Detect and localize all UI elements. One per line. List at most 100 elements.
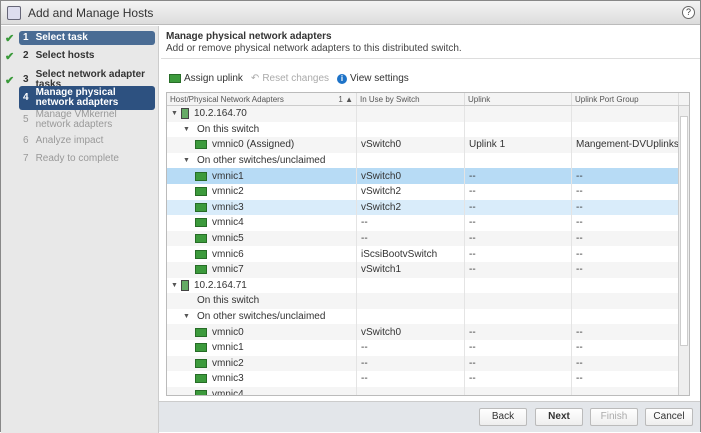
switch-cell [357, 293, 465, 309]
table-row[interactable]: vmnic2 -- -- -- [167, 355, 689, 372]
table-row[interactable]: On this switch [167, 293, 689, 309]
uplink-cell: -- [465, 324, 572, 340]
table-row[interactable]: ▼ On other switches/unclaimed [167, 152, 689, 169]
switch-cell: vSwitch2 [357, 199, 465, 216]
uplink-cell: -- [465, 199, 572, 216]
wizard-step-1[interactable]: ✔ 1 Select task [5, 31, 155, 45]
back-button[interactable]: Back [479, 408, 527, 426]
adapter-cell: ▼ 10.2.164.71 [167, 277, 357, 294]
switch-cell: vSwitch0 [357, 137, 465, 153]
port-group-cell: -- [572, 215, 679, 231]
collapse-icon[interactable]: ▼ [183, 157, 193, 164]
uplink-cell: -- [465, 215, 572, 231]
adapter-cell: ▼ On other switches/unclaimed [167, 152, 357, 169]
column-header-adapters[interactable]: Host/Physical Network Adapters 1 ▲ [167, 93, 357, 105]
cancel-button[interactable]: Cancel [645, 408, 693, 426]
uplink-cell [465, 121, 572, 138]
page-subtitle: Add or remove physical network adapters … [166, 43, 462, 54]
reset-changes-button[interactable]: ↶ Reset changes [251, 73, 329, 84]
column-header-port-group[interactable]: Uplink Port Group [572, 93, 679, 105]
page-title: Manage physical network adapters [166, 31, 332, 42]
table-row[interactable]: vmnic3 vSwitch2 -- -- [167, 199, 689, 216]
wizard-step-5: 5 Manage VMkernel network adapters [5, 108, 155, 132]
table-row[interactable]: ▼ 10.2.164.70 [167, 106, 689, 122]
hosts-icon [7, 5, 21, 20]
scrollbar-thumb[interactable] [680, 116, 688, 346]
uplink-cell [465, 386, 572, 395]
collapse-icon[interactable]: ▼ [183, 126, 193, 133]
table-row[interactable]: vmnic0 vSwitch0 -- -- [167, 324, 689, 340]
network-adapter-icon [195, 140, 207, 150]
table-row[interactable]: vmnic1 -- -- -- [167, 339, 689, 356]
network-adapter-icon [195, 187, 207, 197]
network-adapter-icon [195, 234, 207, 244]
adapter-cell: ▼ 10.2.164.70 [167, 106, 357, 122]
column-header-uplink[interactable]: Uplink [465, 93, 572, 105]
uplink-cell: -- [465, 230, 572, 247]
finish-button[interactable]: Finish [590, 408, 638, 426]
switch-cell [357, 106, 465, 122]
step-label: 1 Select task [19, 31, 155, 45]
collapse-icon[interactable]: ▼ [171, 282, 181, 289]
table-row[interactable]: vmnic4 -- -- -- [167, 215, 689, 231]
table-row[interactable]: ▼ On this switch [167, 121, 689, 138]
step-label: 7 Ready to complete [23, 153, 119, 164]
table-row[interactable]: vmnic6 iScsiBootvSwitch -- -- [167, 246, 689, 262]
wizard-step-2[interactable]: ✔ 2 Select hosts [5, 49, 155, 63]
table-row[interactable]: ▼ On other switches/unclaimed [167, 308, 689, 325]
table-row[interactable]: vmnic2 vSwitch2 -- -- [167, 183, 689, 200]
port-group-cell [572, 106, 679, 122]
toolbar: Assign uplink ↶ Reset changes i View setti… [169, 73, 409, 84]
adapter-cell: vmnic0 (Assigned) [167, 137, 357, 153]
table-row[interactable]: vmnic0 (Assigned) vSwitch0 Uplink 1 Mangeme… [167, 137, 689, 153]
scrollbar[interactable] [678, 106, 689, 395]
divider [161, 58, 700, 59]
switch-cell: -- [357, 339, 465, 356]
adapter-cell: vmnic1 [167, 168, 357, 184]
network-adapter-icon [195, 218, 207, 228]
network-adapter-icon [195, 358, 207, 368]
host-icon [181, 108, 189, 120]
switch-cell: -- [357, 215, 465, 231]
collapse-icon[interactable]: ▼ [171, 110, 181, 117]
table-row[interactable]: vmnic3 -- -- -- [167, 371, 689, 387]
assign-uplink-label: Assign uplink [184, 73, 243, 84]
adapter-cell: vmnic3 [167, 371, 357, 387]
view-settings-button[interactable]: i View settings [337, 73, 409, 84]
step-label: 4 Manage physical network adapters [19, 86, 155, 110]
column-header-switch[interactable]: In Use by Switch [357, 93, 465, 105]
port-group-cell [572, 386, 679, 395]
port-group-cell: -- [572, 339, 679, 356]
table-body: ▼ 10.2.164.70 ▼ On this switch vmnic0 (Assig… [167, 106, 689, 395]
footer: Back Next Finish Cancel [159, 401, 700, 432]
port-group-cell [572, 121, 679, 138]
next-button[interactable]: Next [535, 408, 583, 426]
host-icon [181, 279, 189, 291]
adapters-table: Host/Physical Network Adapters 1 ▲ In Use… [166, 92, 690, 396]
table-row[interactable]: vmnic7 vSwitch1 -- -- [167, 261, 689, 278]
title-bar: Add and Manage Hosts ? [1, 1, 700, 25]
switch-cell: vSwitch1 [357, 261, 465, 278]
collapse-icon[interactable]: ▼ [183, 313, 193, 320]
help-icon[interactable]: ? [682, 6, 695, 19]
adapter-cell: vmnic0 [167, 324, 357, 340]
uplink-cell: -- [465, 246, 572, 262]
port-group-cell: -- [572, 371, 679, 387]
table-row[interactable]: vmnic1 vSwitch0 -- -- [167, 168, 689, 184]
switch-cell [357, 121, 465, 138]
sort-indicator: 1 ▲ [338, 95, 353, 104]
network-adapter-icon [195, 374, 207, 384]
table-row[interactable]: vmnic5 -- -- -- [167, 230, 689, 247]
assign-uplink-button[interactable]: Assign uplink [169, 73, 243, 84]
adapter-cell: vmnic3 [167, 199, 357, 216]
network-adapter-icon [195, 343, 207, 353]
switch-cell: -- [357, 355, 465, 372]
switch-cell: vSwitch2 [357, 183, 465, 200]
table-row[interactable]: ▼ 10.2.164.71 [167, 277, 689, 294]
wizard-step-4[interactable]: 4 Manage physical network adapters [5, 86, 155, 110]
reset-icon: ↶ [250, 73, 260, 84]
uplink-cell: -- [465, 371, 572, 387]
table-row[interactable]: vmnic4 [167, 386, 689, 395]
window-title: Add and Manage Hosts [28, 5, 154, 20]
network-adapter-icon [195, 171, 207, 181]
